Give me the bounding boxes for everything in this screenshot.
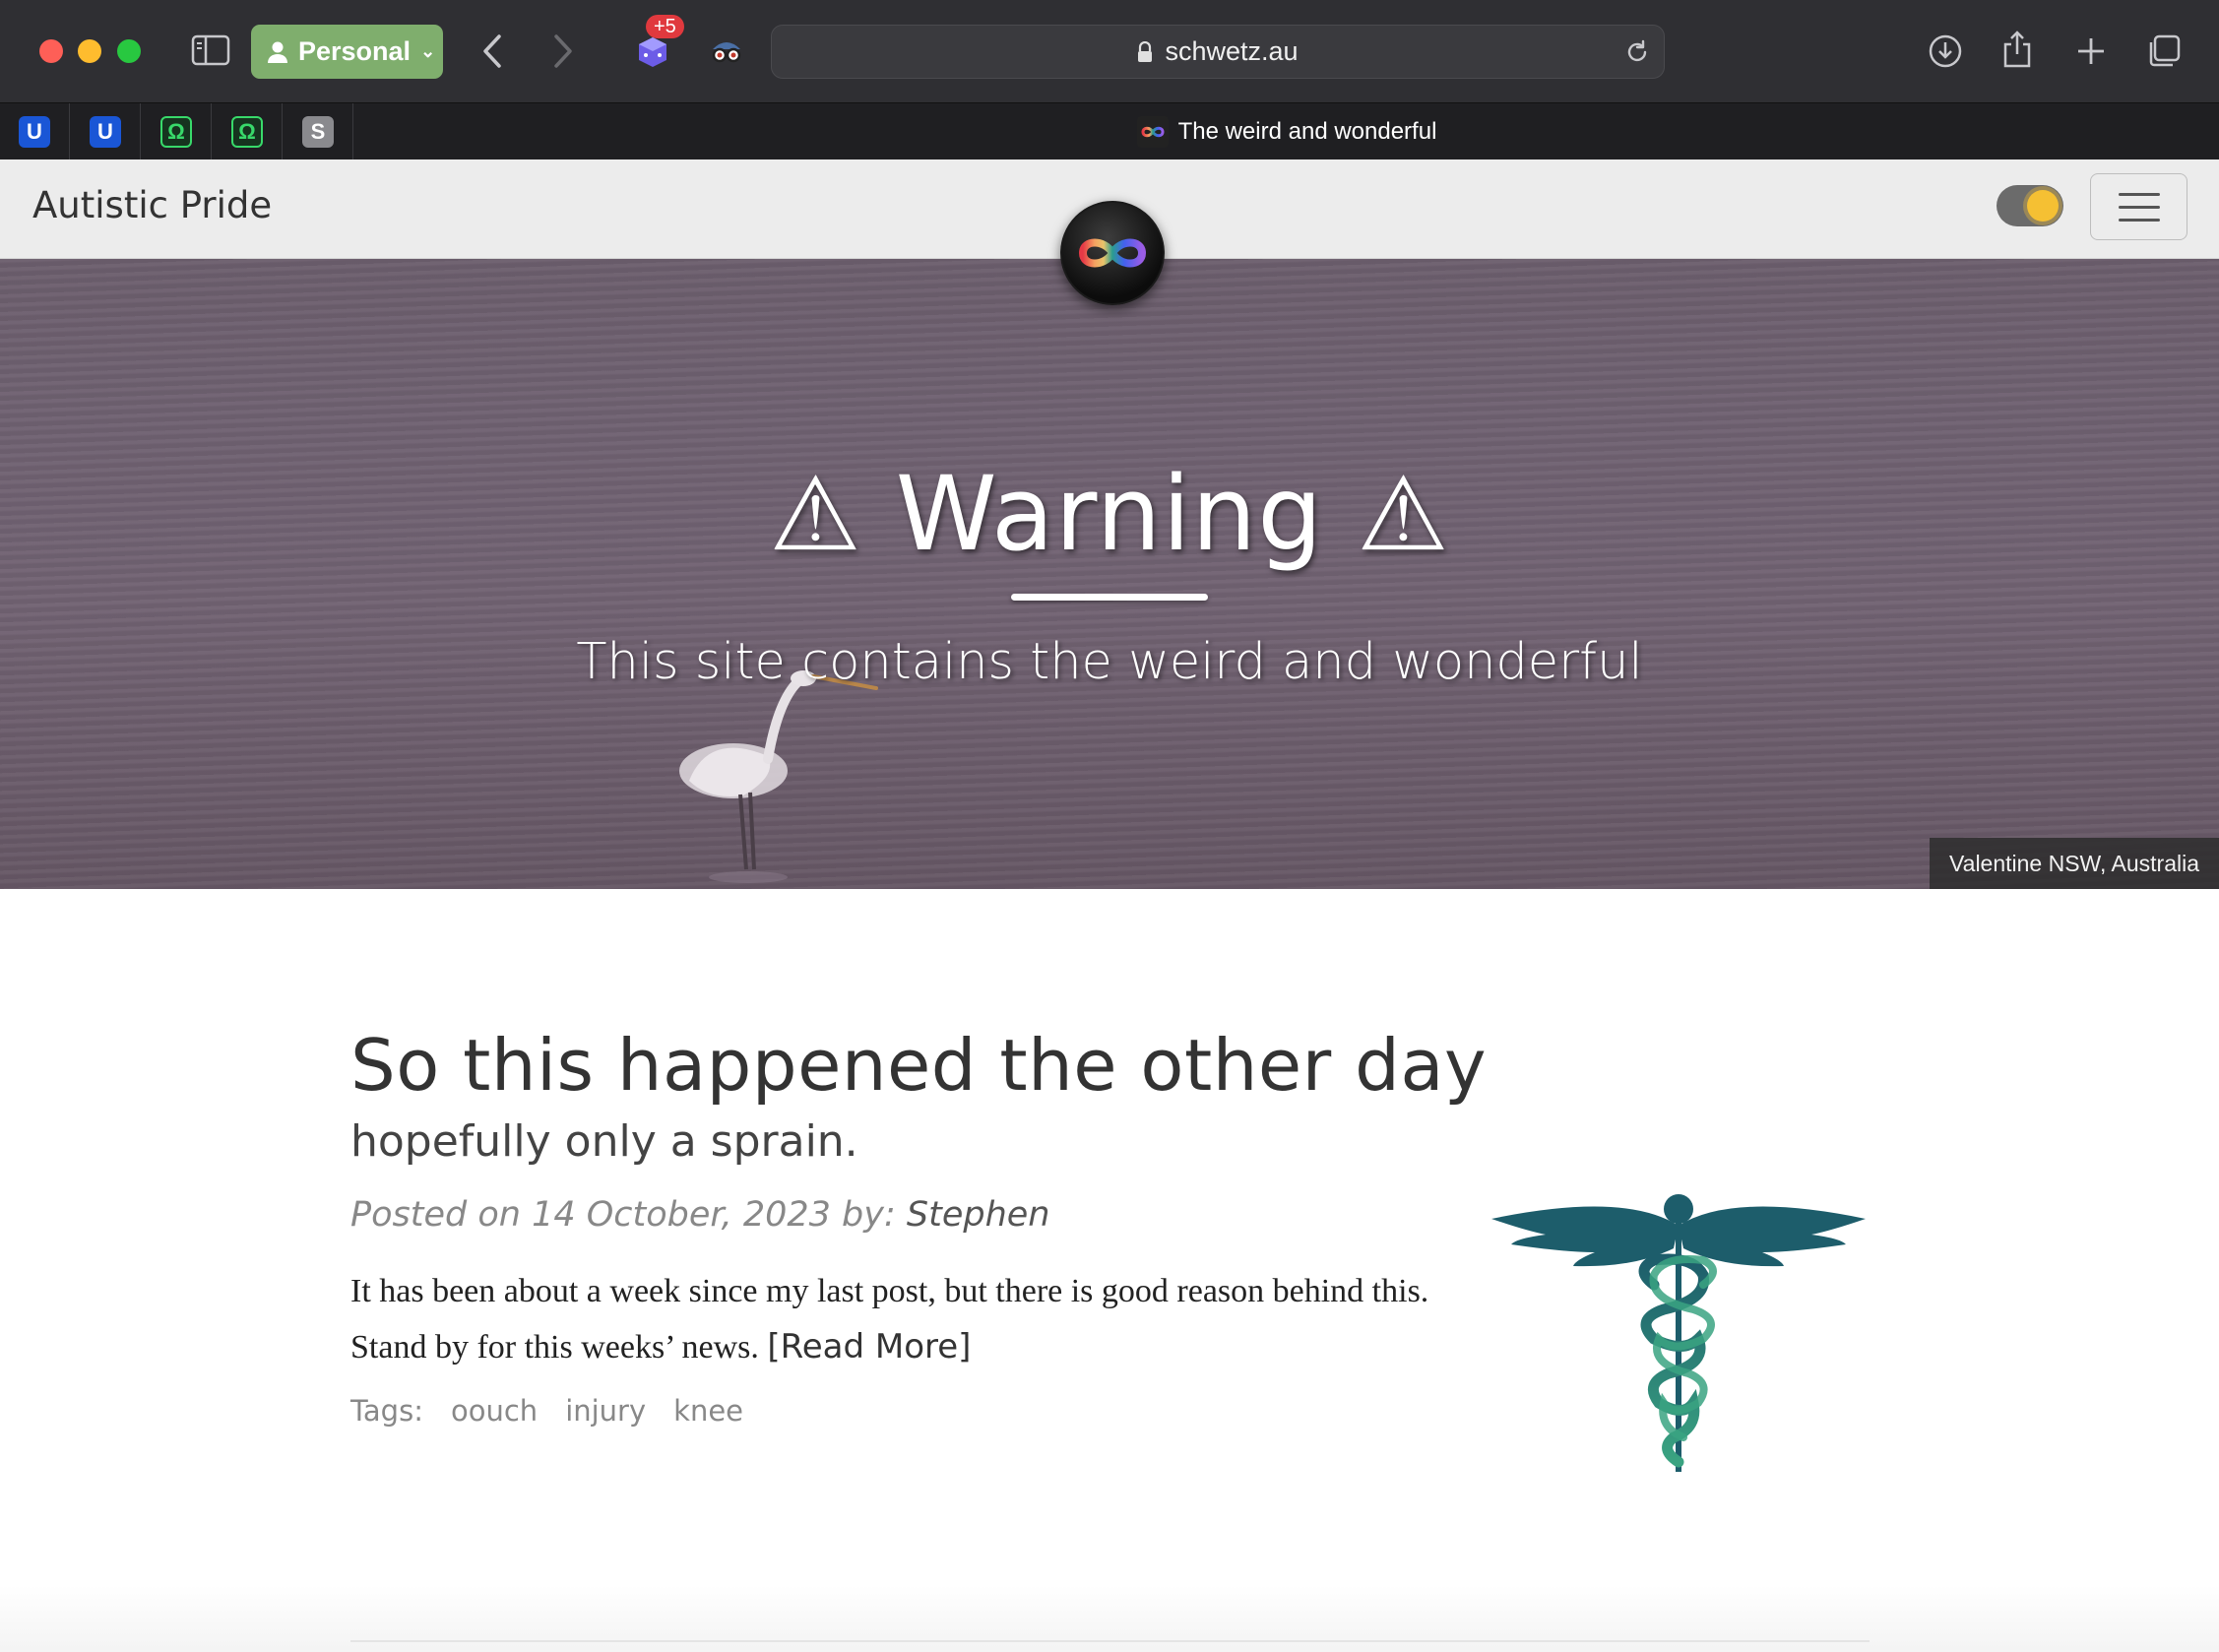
tag-link[interactable]: oouch	[451, 1394, 538, 1428]
profile-label: Personal	[298, 36, 412, 66]
letter-s-icon: S	[302, 116, 334, 148]
tab-overview-icon[interactable]	[2144, 32, 2184, 71]
pinned-tab-2[interactable]: U	[71, 103, 141, 160]
profile-button[interactable]: Personal ⌄	[251, 25, 443, 79]
tag-link[interactable]: knee	[673, 1394, 743, 1428]
url-text: schwetz.au	[1165, 36, 1299, 66]
extension-badge: +5	[646, 15, 684, 38]
infinity-icon	[1078, 238, 1147, 268]
sidebar-toggle-icon[interactable]	[191, 33, 230, 67]
sun-icon	[2027, 190, 2059, 222]
close-window-button[interactable]	[39, 39, 63, 63]
minimize-window-button[interactable]	[78, 39, 101, 63]
tags-label: Tags:	[350, 1394, 423, 1428]
tab-active[interactable]: The weird and wonderful	[354, 103, 2219, 160]
hero-divider	[1011, 594, 1208, 601]
menu-toggle-button[interactable]	[2090, 173, 2187, 240]
magnet-icon: U	[19, 116, 50, 148]
pinned-tab-5[interactable]: S	[284, 103, 353, 160]
address-bar[interactable]: schwetz.au	[771, 25, 1665, 79]
read-more-link[interactable]: [Read More]	[767, 1327, 971, 1366]
tab-title: The weird and wonderful	[1177, 118, 1437, 145]
site-logo[interactable]	[1060, 201, 1165, 305]
post-author: Stephen	[906, 1195, 1050, 1235]
magnet-icon: U	[90, 116, 121, 148]
reload-icon[interactable]	[1622, 37, 1652, 67]
extension-cube-icon[interactable]	[635, 34, 670, 70]
downloads-icon[interactable]	[1926, 32, 1965, 71]
post-meta: Posted on 14 October, 2023 by: Stephen	[350, 1195, 1049, 1235]
post-title-link[interactable]: So this happened the other day	[350, 1024, 1487, 1107]
theme-toggle[interactable]	[1997, 185, 2063, 226]
green-ring-icon: Ω	[160, 116, 192, 148]
browser-toolbar: Personal ⌄ +5 schwetz.au	[0, 0, 2219, 102]
divider	[350, 1640, 1870, 1642]
hamburger-icon	[2118, 192, 2160, 196]
hero-banner: ⚠ Warning ⚠ This site contains the weird…	[0, 259, 2219, 889]
person-icon	[268, 41, 287, 63]
pinned-tab-1[interactable]: U	[0, 103, 70, 160]
pinned-tab-4[interactable]: Ω	[213, 103, 283, 160]
new-tab-icon[interactable]	[2071, 32, 2111, 71]
post-subtitle: hopefully only a sprain.	[350, 1116, 858, 1167]
post-date: Posted on 14 October, 2023 by:	[350, 1195, 907, 1235]
green-ring-icon: Ω	[231, 116, 263, 148]
post-excerpt: It has been about a week since my last p…	[350, 1264, 1433, 1375]
forward-icon[interactable]	[548, 30, 578, 73]
spy-glasses-icon[interactable]	[707, 34, 746, 70]
caduceus-icon	[1491, 1194, 1866, 1472]
browser-window: Personal ⌄ +5 schwetz.au U U Ω Ω S The w…	[0, 0, 2219, 1652]
egret-image	[679, 670, 878, 883]
site-brand-link[interactable]: Autistic Pride	[32, 184, 272, 226]
lock-icon	[1138, 40, 1153, 62]
tag-link[interactable]: injury	[565, 1394, 646, 1428]
hero-subtitle: This site contains the weird and wonderf…	[576, 633, 1643, 691]
hero-title: ⚠ Warning ⚠	[769, 454, 1450, 574]
pinned-tab-3[interactable]: Ω	[142, 103, 212, 160]
photo-caption: Valentine NSW, Australia	[1930, 838, 2219, 889]
tab-bar: U U Ω Ω S The weird and wonderful	[0, 102, 2219, 160]
infinity-favicon-icon	[1136, 116, 1169, 148]
back-icon[interactable]	[477, 30, 507, 73]
post-tags: Tags: oouch injury knee	[350, 1394, 743, 1428]
chevron-down-icon: ⌄	[420, 41, 436, 61]
zoom-window-button[interactable]	[117, 39, 141, 63]
share-icon[interactable]	[1999, 28, 2035, 71]
